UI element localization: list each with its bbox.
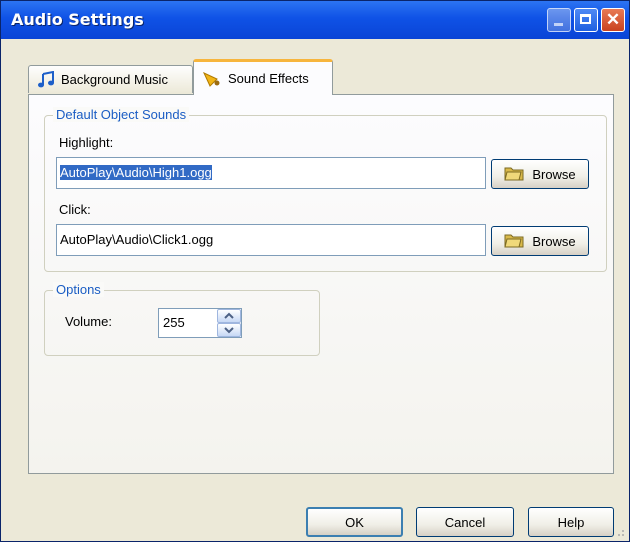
highlight-path-field[interactable]: AutoPlay\Audio\High1.ogg [56, 157, 486, 189]
volume-up-button[interactable] [217, 309, 241, 323]
chevron-down-icon [224, 327, 234, 334]
music-note-icon [37, 70, 55, 89]
close-button[interactable]: ✕ [601, 8, 625, 32]
click-path-value: AutoPlay\Audio\Click1.ogg [60, 232, 214, 247]
tab-background-music-label: Background Music [61, 72, 168, 87]
tab-background-music[interactable]: Background Music [28, 65, 193, 93]
tab-sound-effects-label: Sound Effects [228, 71, 309, 86]
resize-grip-icon[interactable] [615, 527, 625, 537]
click-browse-label: Browse [532, 233, 576, 249]
volume-stepper[interactable] [217, 309, 241, 337]
close-icon: ✕ [605, 10, 621, 29]
minimize-button[interactable] [547, 8, 571, 32]
window-title: Audio Settings [11, 10, 144, 29]
maximize-icon [580, 14, 591, 24]
tab-sound-effects[interactable]: Sound Effects [193, 59, 333, 95]
folder-icon [504, 164, 524, 185]
chevron-up-icon [224, 312, 234, 319]
minimize-icon [554, 23, 563, 26]
highlight-browse-label: Browse [532, 166, 576, 182]
highlight-label: Highlight: [59, 135, 114, 150]
default-object-sounds-title: Default Object Sounds [53, 107, 190, 122]
options-title: Options [53, 282, 104, 297]
maximize-button[interactable] [574, 8, 598, 32]
click-browse-button[interactable]: Browse [491, 226, 589, 256]
folder-icon [504, 231, 524, 252]
click-label: Click: [59, 202, 91, 217]
highlight-browse-button[interactable]: Browse [491, 159, 589, 189]
horn-icon [202, 70, 222, 88]
volume-down-button[interactable] [217, 323, 241, 337]
highlight-path-value: AutoPlay\Audio\High1.ogg [60, 165, 212, 180]
help-button[interactable]: Help [528, 507, 614, 537]
cancel-button[interactable]: Cancel [416, 507, 514, 537]
click-path-field[interactable]: AutoPlay\Audio\Click1.ogg [56, 224, 486, 256]
title-bar[interactable]: Audio Settings ✕ [1, 1, 629, 39]
ok-button[interactable]: OK [306, 507, 403, 537]
audio-settings-window: Audio Settings ✕ Background Music Sound … [0, 0, 630, 542]
volume-label: Volume: [65, 314, 112, 329]
